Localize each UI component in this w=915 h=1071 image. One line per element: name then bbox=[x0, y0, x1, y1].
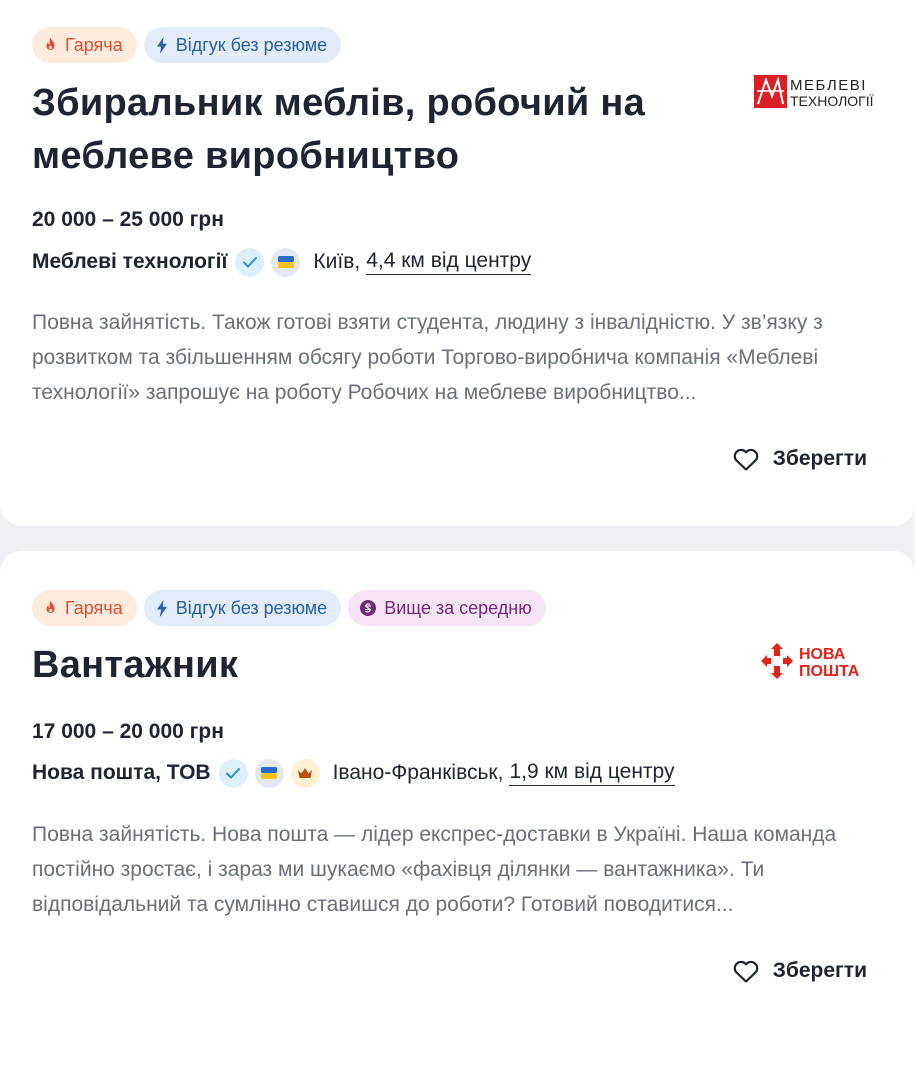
logo-text-line2: ПОШТА bbox=[799, 663, 860, 680]
tags-row: Гаряча Відгук без резюме bbox=[32, 27, 342, 63]
above-average-salary-tag: Вище за середню bbox=[348, 590, 546, 626]
company-name[interactable]: Нова пошта, ТОВ bbox=[32, 761, 211, 785]
tag-label: Вище за середню bbox=[384, 597, 532, 618]
vacancy-title[interactable]: Збиральник меблів, робочий на меблеве ви… bbox=[32, 77, 732, 183]
flame-icon bbox=[44, 600, 57, 616]
heart-icon bbox=[733, 960, 759, 983]
logo-text-line1: НОВА bbox=[799, 646, 846, 663]
ukraine-flag-icon bbox=[271, 247, 301, 277]
save-button[interactable]: Зберегти bbox=[733, 447, 867, 471]
save-label: Зберегти bbox=[772, 447, 867, 470]
save-label: Зберегти bbox=[772, 959, 867, 982]
lightning-icon bbox=[156, 36, 168, 54]
flame-icon bbox=[44, 37, 57, 53]
city: Івано-Франківськ, bbox=[332, 761, 504, 784]
vacancy-title[interactable]: Вантажник bbox=[32, 639, 238, 692]
verified-check-icon bbox=[235, 247, 265, 277]
save-button[interactable]: Зберегти bbox=[733, 959, 867, 983]
company-row: Нова пошта, ТОВ Івано-Франківськ, 1,9 км… bbox=[32, 757, 675, 789]
logo-text-line1: МЕБЛЕВІ bbox=[790, 77, 867, 94]
vacancy-card[interactable]: Гаряча Відгук без резюме Збиральник мебл… bbox=[0, 0, 915, 526]
company-name[interactable]: Меблеві технології bbox=[32, 250, 227, 274]
hot-tag: Гаряча bbox=[32, 27, 137, 63]
tag-label: Гаряча bbox=[65, 34, 123, 55]
vacancy-description: Повна зайнятість. Нова пошта — лідер екс… bbox=[32, 823, 837, 916]
logo-text-line2: ТЕХНОЛОГІЇ bbox=[790, 93, 874, 109]
tags-row: Гаряча Відгук без резюме Вище за середню bbox=[32, 590, 546, 626]
salary: 17 000 – 20 000 грн bbox=[32, 720, 224, 743]
lightning-icon bbox=[156, 599, 168, 617]
no-resume-tag: Відгук без резюме bbox=[143, 27, 342, 63]
no-resume-tag: Відгук без резюме bbox=[143, 590, 342, 626]
company-row: Меблеві технології Київ, 4,4 км від цент… bbox=[32, 246, 532, 278]
tag-label: Відгук без резюме bbox=[175, 34, 328, 55]
verified-check-icon bbox=[218, 758, 248, 788]
city: Київ, bbox=[313, 250, 361, 273]
vacancy-description: Повна зайнятість. Також готові взяти сту… bbox=[32, 311, 823, 404]
crown-icon bbox=[290, 758, 320, 788]
tag-label: Гаряча bbox=[65, 597, 123, 618]
hot-tag: Гаряча bbox=[32, 590, 137, 626]
ukraine-flag-icon bbox=[254, 758, 284, 788]
company-logo[interactable]: МЕБЛЕВІ ТЕХНОЛОГІЇ bbox=[754, 74, 882, 115]
company-logo[interactable]: НОВА ПОШТА bbox=[759, 641, 877, 686]
salary: 20 000 – 25 000 грн bbox=[32, 208, 224, 231]
tag-label: Відгук без резюме bbox=[175, 597, 328, 618]
distance-link[interactable]: 1,9 км від центру bbox=[509, 760, 675, 786]
hryvnia-coin-icon bbox=[360, 600, 377, 616]
vacancy-card[interactable]: Гаряча Відгук без резюме Вище за середню… bbox=[0, 551, 915, 1071]
heart-icon bbox=[733, 448, 759, 471]
distance-link[interactable]: 4,4 км від центру bbox=[366, 249, 532, 275]
